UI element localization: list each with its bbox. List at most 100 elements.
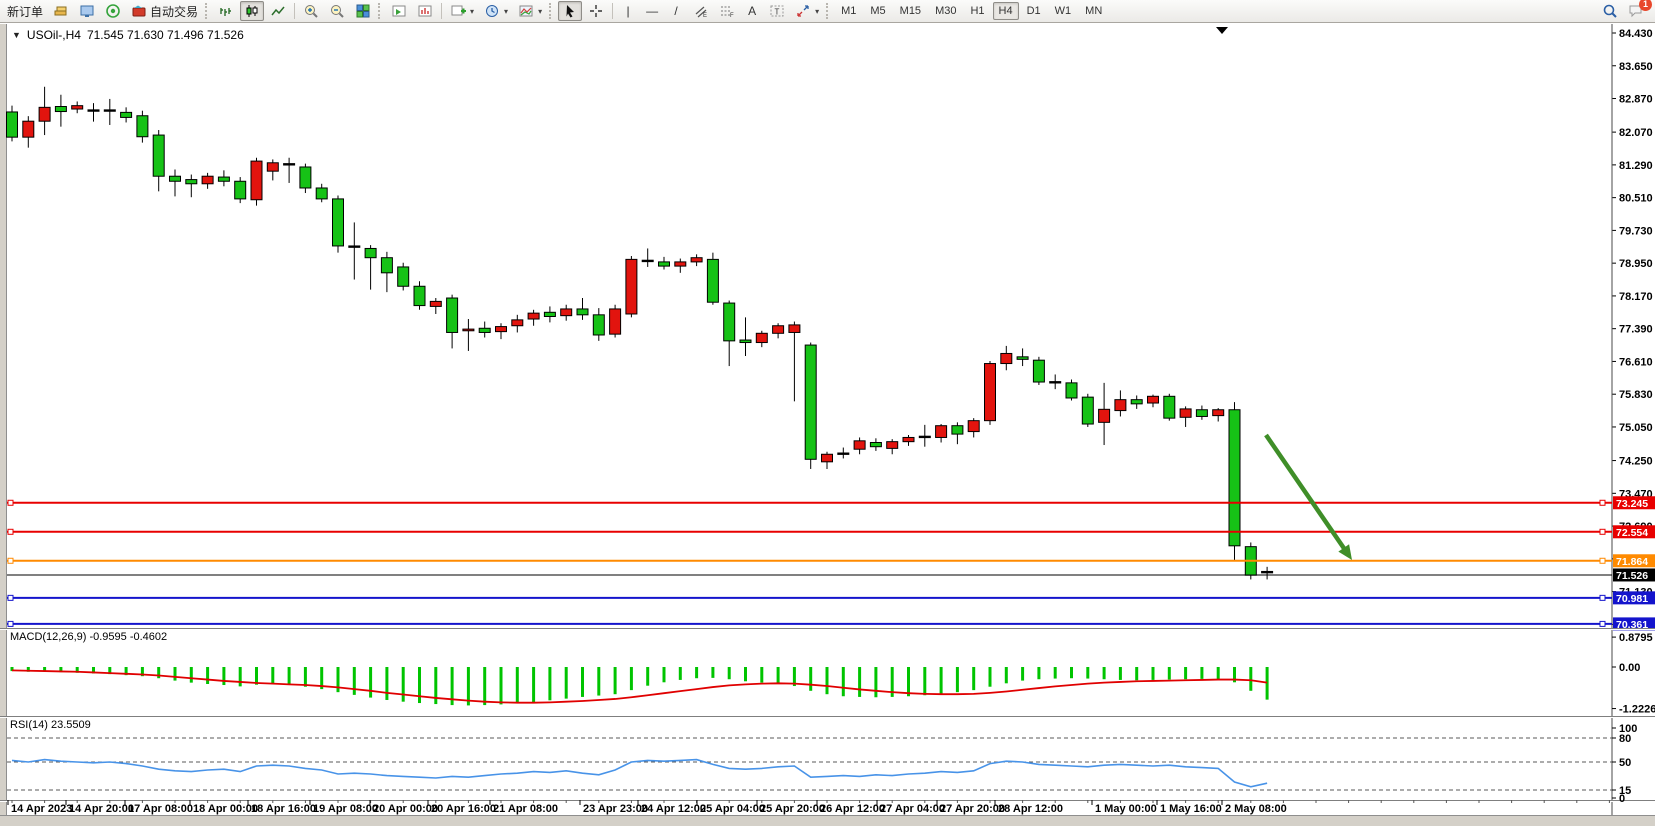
tile-windows-button[interactable]: [351, 1, 375, 21]
svg-text:0: 0: [1619, 793, 1625, 805]
crosshair-button[interactable]: [584, 1, 608, 21]
chevron-down-icon[interactable]: ▾: [815, 7, 819, 16]
svg-text:1 May 16:00: 1 May 16:00: [1160, 803, 1222, 815]
left-frame: [0, 24, 6, 815]
tf-m30-button[interactable]: M30: [929, 2, 962, 20]
navigator-button[interactable]: [75, 1, 99, 21]
vline-button[interactable]: |: [617, 1, 639, 21]
svg-text:26 Apr 12:00: 26 Apr 12:00: [820, 803, 885, 815]
svg-text:28 Apr 12:00: 28 Apr 12:00: [998, 803, 1063, 815]
indicator-window-button[interactable]: [387, 1, 411, 21]
chevron-down-icon[interactable]: ▾: [470, 7, 474, 16]
template-button[interactable]: [413, 1, 437, 21]
fibonacci-button[interactable]: F: [715, 1, 739, 21]
chevron-down-icon[interactable]: ▾: [504, 7, 508, 16]
chart-props-icon: [518, 3, 534, 19]
bottom-frame: [0, 815, 1655, 826]
svg-text:71.864: 71.864: [1616, 556, 1648, 568]
svg-text:20 Apr 16:00: 20 Apr 16:00: [431, 803, 496, 815]
hline-button[interactable]: —: [641, 1, 663, 21]
text-button[interactable]: A: [741, 1, 763, 21]
svg-text:-1.2226: -1.2226: [1619, 704, 1655, 716]
tf-h1-button[interactable]: H1: [964, 2, 990, 20]
chart-properties-button[interactable]: ▾: [514, 1, 546, 21]
chevron-down-icon[interactable]: ▾: [538, 7, 542, 16]
tf-m5-button[interactable]: M5: [864, 2, 891, 20]
toolbar-group-handle[interactable]: [549, 3, 553, 19]
tile-windows-icon: [355, 3, 371, 19]
svg-text:78.950: 78.950: [1619, 258, 1653, 270]
toolbar-group-handle[interactable]: [378, 3, 382, 19]
chart-candles-button[interactable]: [240, 1, 264, 21]
svg-text:71.526: 71.526: [1616, 570, 1648, 582]
template-icon: [417, 3, 433, 19]
label-icon: T: [769, 3, 785, 19]
tf-mn-button[interactable]: MN: [1079, 2, 1108, 20]
trendline-button-glyph: /: [674, 4, 677, 18]
timeframe-group: M1M5M15M30H1H4D1W1MN: [834, 2, 1109, 20]
chart-bars-button[interactable]: [214, 1, 238, 21]
cursor-button[interactable]: [558, 1, 582, 21]
chart-ohlc-quotes: 71.545 71.630 71.496 71.526: [87, 28, 244, 42]
collapse-arrow-icon[interactable]: ▼: [12, 30, 21, 40]
new-chart-button[interactable]: ▾: [446, 1, 478, 21]
svg-text:75.050: 75.050: [1619, 422, 1653, 434]
svg-text:T: T: [775, 8, 780, 17]
navigator-icon: [79, 3, 95, 19]
market-watch-icon: [53, 3, 69, 19]
svg-text:84.430: 84.430: [1619, 28, 1653, 40]
rsi-indicator-label: RSI(14) 23.5509: [10, 719, 91, 731]
market-watch-button[interactable]: [49, 1, 73, 21]
svg-text:79.730: 79.730: [1619, 225, 1653, 237]
svg-text:80: 80: [1619, 733, 1631, 745]
autotrading-icon: [131, 3, 147, 19]
chart-symbol-period: USOil-,H4: [27, 28, 81, 42]
zoom-out-icon: [329, 3, 345, 19]
chart-line-button[interactable]: [266, 1, 290, 21]
crosshair-icon: [588, 3, 604, 19]
notifications-button[interactable]: 1: [1624, 1, 1648, 21]
chart-title: ▼ USOil-,H4 71.545 71.630 71.496 71.526: [12, 28, 244, 42]
trendline-button[interactable]: /: [665, 1, 687, 21]
autotrading-button[interactable]: 自动交易: [127, 1, 202, 21]
search-icon: [1602, 3, 1618, 19]
cursor-icon: [562, 3, 578, 19]
zoom-in-button[interactable]: [299, 1, 323, 21]
profiles-button[interactable]: ▾: [480, 1, 512, 21]
svg-text:0.8795: 0.8795: [1619, 632, 1653, 644]
vline-button-glyph: |: [627, 4, 630, 18]
svg-text:1 May 00:00: 1 May 00:00: [1095, 803, 1157, 815]
svg-text:78.170: 78.170: [1619, 291, 1653, 303]
autotrading-button-label: 自动交易: [150, 3, 198, 20]
chart-canvas[interactable]: 84.43083.65082.87082.07081.29080.51079.7…: [0, 0, 1655, 826]
channel-button[interactable]: E: [689, 1, 713, 21]
new-order-button[interactable]: 新订单: [3, 1, 47, 21]
svg-text:17 Apr 08:00: 17 Apr 08:00: [128, 803, 193, 815]
svg-text:80.510: 80.510: [1619, 193, 1653, 205]
svg-text:82.070: 82.070: [1619, 127, 1653, 139]
tf-w1-button[interactable]: W1: [1049, 2, 1078, 20]
toolbar-right: 1: [1597, 1, 1649, 21]
zoom-in-icon: [303, 3, 319, 19]
svg-text:19 Apr 08:00: 19 Apr 08:00: [313, 803, 378, 815]
svg-text:74.250: 74.250: [1619, 456, 1653, 468]
svg-text:18 Apr 16:00: 18 Apr 16:00: [251, 803, 316, 815]
label-button[interactable]: T: [765, 1, 789, 21]
new-order-button-label: 新订单: [7, 3, 43, 20]
svg-text:70.981: 70.981: [1616, 593, 1648, 605]
tf-d1-button[interactable]: D1: [1021, 2, 1047, 20]
arrows-button[interactable]: ▾: [791, 1, 823, 21]
tf-h4-button[interactable]: H4: [993, 2, 1019, 20]
toolbar-items: 新订单 自动交易 ▾ ▾ ▾ | — / EFA T ▾: [2, 1, 834, 21]
svg-text:76.610: 76.610: [1619, 356, 1653, 368]
svg-text:25 Apr 04:00: 25 Apr 04:00: [700, 803, 765, 815]
zoom-out-button[interactable]: [325, 1, 349, 21]
search-button[interactable]: [1598, 1, 1622, 21]
toolbar-group-handle[interactable]: [205, 3, 209, 19]
svg-text:2 May 08:00: 2 May 08:00: [1225, 803, 1287, 815]
toolbar-group-handle[interactable]: [826, 3, 830, 19]
signals-button[interactable]: [101, 1, 125, 21]
tf-m1-button[interactable]: M1: [835, 2, 862, 20]
tf-m15-button[interactable]: M15: [894, 2, 927, 20]
candles-chart-icon: [244, 3, 260, 19]
